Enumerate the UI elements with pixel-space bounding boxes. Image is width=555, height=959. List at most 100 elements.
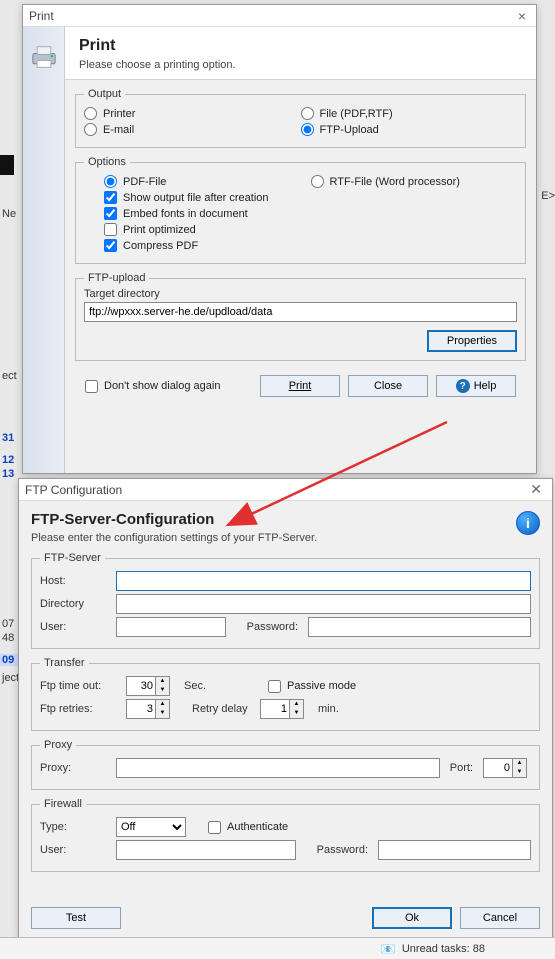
ftp-upload-legend: FTP-upload (84, 272, 149, 284)
timeout-input[interactable] (126, 676, 156, 696)
bg-num: 48 (0, 632, 14, 644)
fw-type-label: Type: (40, 821, 110, 833)
ftp-server-group: FTP-Server Host: Directory User: Passwor… (31, 552, 540, 649)
status-unread-tasks: Unread tasks: 88 (402, 943, 485, 955)
proxy-legend: Proxy (40, 739, 76, 751)
bg-label-ne: Ne (0, 208, 16, 220)
check-authenticate[interactable]: Authenticate (208, 821, 288, 834)
ok-button[interactable]: Ok (372, 907, 452, 929)
min-label: min. (318, 703, 339, 715)
retries-input[interactable] (126, 699, 156, 719)
ftp-subtitle: Please enter the configuration settings … (31, 532, 317, 544)
print-title: Print (79, 37, 522, 55)
chevron-down-icon[interactable]: ▼ (156, 686, 169, 695)
options-group: Options PDF-File RTF-File (Word processo… (75, 156, 526, 264)
help-button-label: Help (474, 380, 497, 392)
port-input[interactable] (483, 758, 513, 778)
radio-ftp[interactable]: FTP-Upload (301, 123, 379, 136)
print-header: Print Please choose a printing option. (65, 27, 536, 80)
printer-icon (30, 45, 58, 69)
chevron-down-icon[interactable]: ▼ (513, 768, 526, 777)
ftp-titlebar[interactable]: FTP Configuration ✕ (19, 479, 552, 501)
close-icon[interactable]: ✕ (526, 481, 546, 498)
options-legend: Options (84, 156, 130, 168)
print-titlebar[interactable]: Print × (23, 5, 536, 27)
directory-input[interactable] (116, 594, 531, 614)
print-button[interactable]: Print (260, 375, 340, 397)
bg-blackbar (0, 155, 14, 175)
host-input[interactable] (116, 571, 531, 591)
info-icon: i (516, 511, 540, 535)
retries-stepper[interactable]: ▲▼ (126, 699, 174, 719)
bg-label-e: E> (541, 190, 555, 202)
ftp-user-input[interactable] (116, 617, 226, 637)
chevron-down-icon[interactable]: ▼ (290, 709, 303, 718)
retry-delay-input[interactable] (260, 699, 290, 719)
radio-rtf[interactable]: RTF-File (Word processor) (311, 175, 460, 188)
radio-printer-label: Printer (103, 108, 135, 120)
radio-email-label: E-mail (103, 124, 134, 136)
bg-num: 09 (0, 654, 18, 666)
authenticate-label: Authenticate (227, 821, 288, 833)
chevron-down-icon[interactable]: ▼ (156, 709, 169, 718)
chevron-up-icon[interactable]: ▲ (290, 700, 303, 709)
transfer-group: Transfer Ftp time out: ▲▼ Sec. Passive m… (31, 657, 540, 731)
retry-delay-stepper[interactable]: ▲▼ (260, 699, 308, 719)
mail-icon: 📧 (381, 942, 396, 956)
radio-pdf-label: PDF-File (123, 176, 166, 188)
check-passive-mode[interactable]: Passive mode (268, 680, 356, 693)
check-dont-show[interactable]: Don't show dialog again (85, 380, 220, 393)
check-show-output[interactable]: Show output file after creation (104, 191, 269, 204)
timeout-label: Ftp time out: (40, 680, 120, 692)
check-compress-pdf[interactable]: Compress PDF (104, 239, 198, 252)
output-legend: Output (84, 88, 125, 100)
radio-email[interactable]: E-mail (84, 123, 134, 136)
bg-label-ject: ject (0, 672, 19, 684)
ftp-password-input[interactable] (308, 617, 531, 637)
proxy-label: Proxy: (40, 762, 110, 774)
bg-num: 31 (0, 432, 14, 444)
close-icon[interactable]: × (514, 8, 530, 24)
check-embed-label: Embed fonts in document (123, 208, 248, 220)
chevron-up-icon[interactable]: ▲ (156, 677, 169, 686)
print-window-title: Print (29, 9, 54, 23)
target-directory-label: Target directory (84, 288, 517, 300)
radio-rtf-label: RTF-File (Word processor) (330, 176, 460, 188)
status-bar: 📧 Unread tasks: 88 (0, 937, 555, 959)
close-button[interactable]: Close (348, 375, 428, 397)
check-print-optimized[interactable]: Print optimized (104, 223, 196, 236)
ftp-password-label: Password: (232, 621, 302, 633)
check-embed-fonts[interactable]: Embed fonts in document (104, 207, 248, 220)
fw-password-label: Password: (302, 844, 372, 856)
help-button[interactable]: ? Help (436, 375, 516, 397)
fw-user-input[interactable] (116, 840, 296, 860)
radio-printer[interactable]: Printer (84, 107, 135, 120)
fw-user-label: User: (40, 844, 110, 856)
properties-button[interactable]: Properties (427, 330, 517, 352)
chevron-up-icon[interactable]: ▲ (513, 759, 526, 768)
output-group: Output Printer File (PDF,RTF) E-mail FTP… (75, 88, 526, 148)
ftp-title: FTP-Server-Configuration (31, 511, 317, 528)
chevron-up-icon[interactable]: ▲ (156, 700, 169, 709)
port-stepper[interactable]: ▲▼ (483, 758, 531, 778)
test-button[interactable]: Test (31, 907, 121, 929)
ftp-window-title: FTP Configuration (25, 483, 122, 497)
check-compress-label: Compress PDF (123, 240, 198, 252)
cancel-button[interactable]: Cancel (460, 907, 540, 929)
ftp-upload-group: FTP-upload Target directory Properties (75, 272, 526, 361)
radio-pdf[interactable]: PDF-File (104, 175, 166, 188)
retries-label: Ftp retries: (40, 703, 120, 715)
help-icon: ? (456, 379, 470, 393)
check-show-output-label: Show output file after creation (123, 192, 269, 204)
target-directory-input[interactable] (84, 302, 517, 322)
radio-file[interactable]: File (PDF,RTF) (301, 107, 393, 120)
fw-type-select[interactable]: Off (116, 817, 186, 837)
radio-ftp-label: FTP-Upload (320, 124, 379, 136)
print-dialog: Print × Print Please choose a printing o… (22, 4, 537, 474)
bg-num: 07 (0, 618, 14, 630)
bg-num: 13 (0, 468, 14, 480)
fw-password-input[interactable] (378, 840, 531, 860)
timeout-stepper[interactable]: ▲▼ (126, 676, 174, 696)
bg-label-ect: ect (0, 370, 17, 382)
proxy-input[interactable] (116, 758, 440, 778)
